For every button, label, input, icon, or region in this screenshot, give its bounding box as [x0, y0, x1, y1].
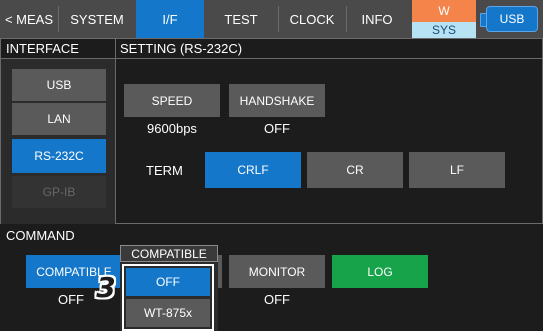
tab-if[interactable]: I/F [136, 0, 204, 38]
handshake-value: OFF [264, 121, 290, 136]
sys-status-indicator: W SYS [412, 0, 476, 38]
tab-info[interactable]: INFO [346, 0, 408, 38]
sys-wiring-label: W [438, 4, 450, 18]
log-button[interactable]: LOG [332, 255, 428, 288]
tab-system[interactable]: SYSTEM [58, 0, 136, 38]
step-number-callout: 3 [96, 270, 116, 304]
handshake-button[interactable]: HANDSHAKE [229, 84, 325, 117]
setting-title: SETTING (RS-232C) [120, 41, 243, 56]
compatible-popup-title: COMPATIBLE [120, 245, 218, 262]
usb-badge-label: USB [499, 12, 525, 26]
monitor-button[interactable]: MONITOR [229, 255, 325, 288]
tab-test[interactable]: TEST [204, 0, 278, 38]
usb-connector-icon [480, 13, 487, 27]
usb-status-badge: USB [480, 6, 538, 32]
interface-lan-button[interactable]: LAN [12, 103, 106, 135]
interface-rs232c-button[interactable]: RS-232C [12, 139, 106, 173]
speed-button[interactable]: SPEED [124, 84, 220, 117]
term-lf-button[interactable]: LF [409, 152, 505, 188]
popup-highlight-frame [122, 264, 214, 331]
tab-clock[interactable]: CLOCK [278, 0, 346, 38]
speed-value: 9600bps [147, 121, 197, 136]
tab-meas[interactable]: < MEAS [0, 0, 58, 38]
monitor-value: OFF [264, 292, 290, 307]
panel-divider [1, 58, 115, 59]
term-crlf-button[interactable]: CRLF [205, 152, 301, 188]
term-cr-button[interactable]: CR [307, 152, 403, 188]
panel-divider [115, 58, 543, 59]
command-title: COMMAND [6, 228, 75, 243]
interface-gpib-button: GP-IB [12, 176, 106, 208]
sys-label: SYS [412, 22, 476, 38]
interface-title: INTERFACE [6, 41, 79, 56]
panel-divider [115, 38, 116, 224]
interface-usb-button[interactable]: USB [12, 69, 106, 101]
term-label: TERM [146, 163, 183, 178]
